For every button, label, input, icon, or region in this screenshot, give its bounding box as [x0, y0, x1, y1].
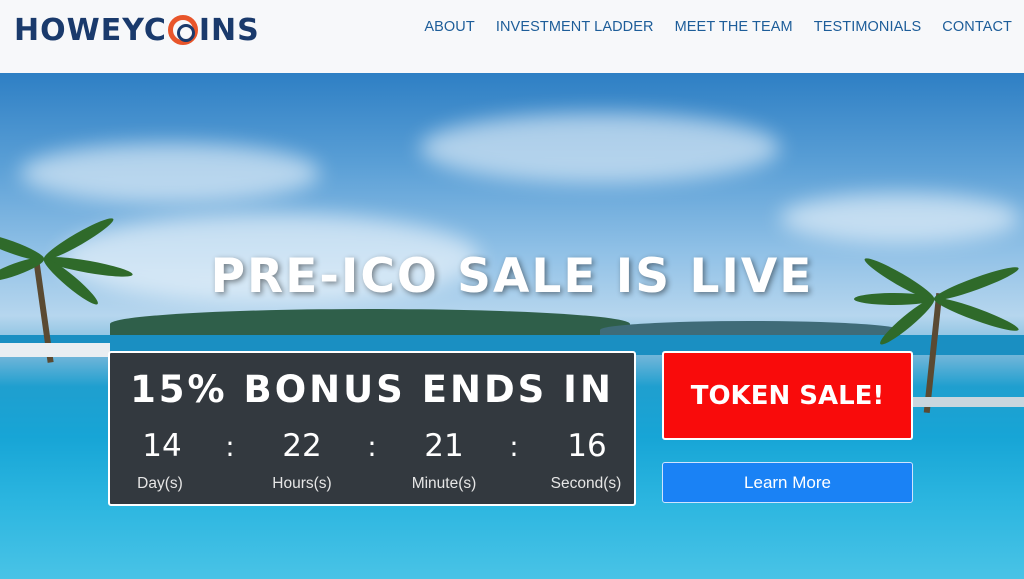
countdown-days-label: Day(s) — [137, 475, 183, 492]
token-sale-button[interactable]: TOKEN SALE! — [662, 351, 913, 440]
pool-ledge — [0, 343, 110, 357]
logo-suffix: INS — [198, 12, 260, 48]
coin-icon — [167, 15, 198, 45]
countdown-hours: 22 — [282, 428, 322, 464]
main-nav: ABOUT INVESTMENT LADDER MEET THE TEAM TE… — [424, 19, 1012, 35]
howeycoins-logo[interactable]: HOWEYC INS — [14, 12, 260, 48]
countdown-title: 15% BONUS ENDS IN — [130, 368, 614, 411]
countdown-separator: : — [225, 430, 235, 463]
nav-testimonials[interactable]: TESTIMONIALS — [814, 19, 922, 35]
countdown-seconds: 16 — [567, 428, 607, 464]
nav-investment-ladder[interactable]: INVESTMENT LADDER — [496, 19, 654, 35]
background-cloud — [780, 193, 1020, 243]
pool-ledge — [910, 397, 1024, 407]
nav-about[interactable]: ABOUT — [424, 19, 474, 35]
logo-prefix: HOWEYC — [14, 12, 167, 48]
countdown-minutes: 21 — [424, 428, 464, 464]
countdown-minutes-label: Minute(s) — [411, 475, 477, 492]
countdown-hours-label: Hours(s) — [272, 475, 332, 492]
site-header: HOWEYC INS ABOUT INVESTMENT LADDER MEET … — [0, 0, 1024, 73]
countdown-timer: 15% BONUS ENDS IN 14 : 22 : 21 : 16 Day(… — [108, 351, 636, 506]
countdown-separator: : — [367, 430, 377, 463]
learn-more-button[interactable]: Learn More — [662, 462, 913, 503]
background-cloud — [420, 113, 780, 183]
countdown-seconds-label: Second(s) — [550, 475, 622, 492]
countdown-days: 14 — [142, 428, 182, 464]
hero-headline: PRE-ICO SALE IS LIVE — [210, 249, 814, 304]
nav-meet-the-team[interactable]: MEET THE TEAM — [675, 19, 793, 35]
nav-contact[interactable]: CONTACT — [942, 19, 1012, 35]
countdown-separator: : — [509, 430, 519, 463]
